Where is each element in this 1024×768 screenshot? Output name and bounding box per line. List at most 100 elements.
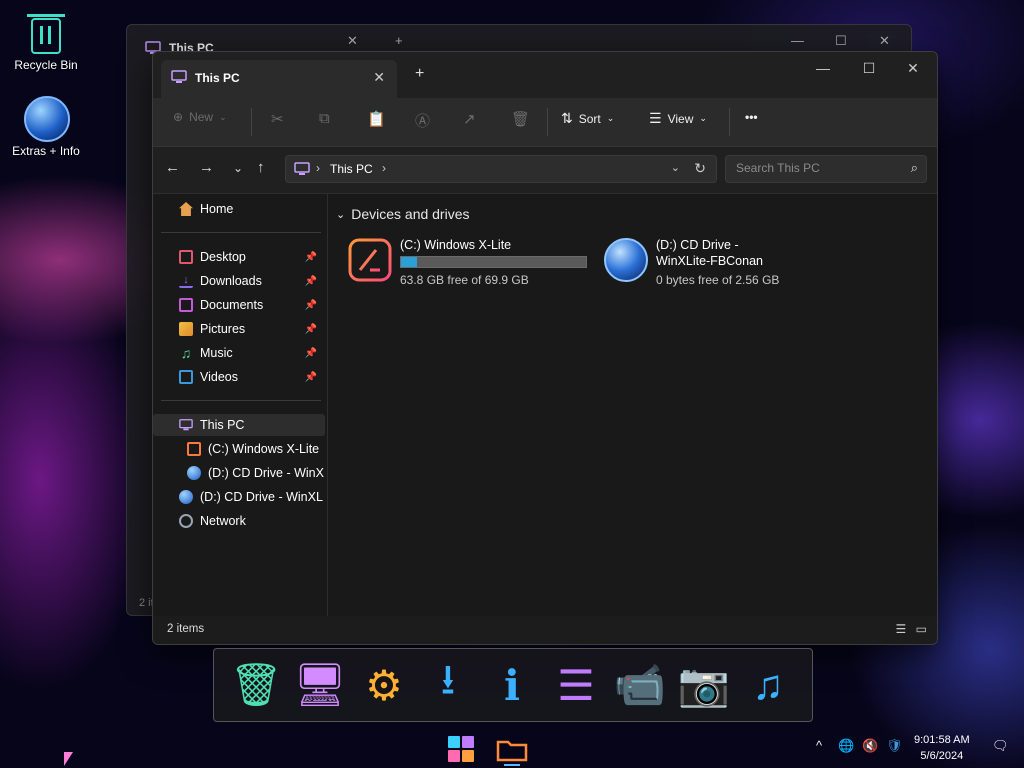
drive-usage-fill [401,257,418,267]
desktop-icon-recycle-bin[interactable]: Recycle Bin [0,10,94,72]
tiles-view-icon[interactable]: ▭ [916,622,927,636]
sidebar-item-drive-c[interactable]: (C:) Windows X-Lite [153,438,325,460]
recycle-bin-icon [27,14,65,54]
minimize-icon[interactable]: — [791,33,804,48]
start-tile-icon [462,750,474,762]
pictures-icon [179,322,193,336]
pin-icon[interactable]: 📌 [305,324,317,335]
extras-orb-icon [24,96,70,142]
breadcrumb-this-pc[interactable]: This PC [330,162,373,176]
copy-icon[interactable]: ⧉ [319,110,330,127]
documents-icon [179,298,193,312]
more-options-button[interactable]: ••• [745,110,758,124]
new-tab-button[interactable]: + [415,65,424,83]
delete-icon[interactable]: 🗑 [511,110,530,128]
item-count: 2 items [167,623,205,635]
group-header-devices[interactable]: ⌄ Devices and drives [336,206,470,222]
navigation-pane: Home Desktop 📌 ↓ Downloads 📌 Documents 📌… [153,194,328,616]
new-tab-icon[interactable]: + [395,33,403,48]
sidebar-item-home[interactable]: Home [153,198,325,220]
recent-locations-icon[interactable]: ⌄ [233,161,243,175]
music-icon[interactable]: ♫ [738,655,798,715]
pin-icon[interactable]: 📌 [305,300,317,311]
start-tile-icon [462,736,474,748]
sidebar-item-this-pc[interactable]: This PC [153,414,325,436]
close-button[interactable]: ✕ [893,60,933,77]
group-title: Devices and drives [351,206,470,222]
sidebar-item-label: Network [200,514,246,528]
pin-icon[interactable]: 📌 [305,252,317,263]
video-camera-icon[interactable]: 📹 [610,655,670,715]
chevron-down-icon: ⌄ [336,208,346,221]
desktop-icon-extras[interactable]: Extras + Info [0,96,94,158]
sidebar-item-drive-d-nested[interactable]: (D:) CD Drive - WinX [153,462,325,484]
tab-this-pc[interactable]: This PC ✕ [161,60,397,98]
address-row: ← → ⌄ ↑ › This PC › ⌄ ↻ ⌕ [153,147,937,194]
sidebar-item-music[interactable]: ♫ Music 📌 [153,342,325,364]
forward-arrow-icon[interactable]: → [199,159,214,176]
tab-title: This PC [195,71,240,85]
chevron-down-icon: ⌄ [699,113,707,123]
minimize-button[interactable]: — [803,60,843,76]
pin-icon[interactable]: 📌 [305,348,317,359]
view-button[interactable]: ☰ View ⌄ [649,110,707,127]
show-hidden-icons-chevron[interactable]: ^ [816,738,822,753]
sidebar-item-label: This PC [200,418,245,432]
security-shield-icon[interactable]: 🛡 [886,738,903,754]
file-explorer-taskbar-icon[interactable] [494,732,530,766]
new-button[interactable]: ⊕ New ⌄ [173,110,227,124]
pin-icon[interactable]: 📌 [305,372,317,383]
view-label: View [667,111,694,126]
music-icon: ♫ [180,345,192,361]
maximize-button[interactable]: ☐ [849,60,889,77]
sidebar-item-pictures[interactable]: Pictures 📌 [153,318,325,340]
address-bar[interactable]: › This PC › ⌄ ↻ [285,155,717,183]
clock-date: 5/6/2024 [920,750,964,762]
gear-icon[interactable]: ⚙ [354,655,414,715]
rename-icon[interactable]: Ⓐ [415,110,430,131]
drive-tile-c[interactable]: (C:) Windows X-Lite 63.8 GB free of 69.9… [348,238,598,294]
breadcrumb-separator-icon[interactable]: › [382,161,386,175]
start-button[interactable] [448,736,474,762]
clock[interactable]: 9:01:58 AM 5/6/2024 [914,732,970,764]
sort-button[interactable]: ⇅ Sort ⌄ [561,110,614,127]
close-tab-icon[interactable]: ✕ [373,69,385,86]
sidebar-item-network[interactable]: Network [153,510,325,532]
up-arrow-icon[interactable]: ↑ [257,159,265,176]
camera-icon[interactable]: 📷 [674,655,734,715]
notifications-icon[interactable]: 🗨 [992,738,1009,754]
chevron-down-icon: ⌄ [219,111,227,122]
volume-muted-icon[interactable]: 🔇 [862,738,878,754]
back-arrow-icon[interactable]: ← [165,159,180,176]
this-pc-icon [294,162,310,175]
search-input[interactable] [734,160,898,176]
share-icon[interactable]: ↗ [463,110,476,128]
sidebar-item-videos[interactable]: Videos 📌 [153,366,325,388]
info-icon[interactable]: ℹ [482,655,542,715]
windows-x-lite-drive-icon [348,238,392,282]
sidebar-item-downloads[interactable]: ↓ Downloads 📌 [153,270,325,292]
monitor-icon[interactable]: 🖥 [290,655,350,715]
cut-icon[interactable]: ✂ [271,110,284,128]
list-icon[interactable]: ☰ [546,655,606,715]
drive-tile-d[interactable]: (D:) CD Drive - WinXLite-FBConan 0 bytes… [604,238,834,294]
refresh-icon[interactable]: ↻ [694,160,706,177]
breadcrumb-separator-icon: › [316,161,320,175]
search-icon[interactable]: ⌕ [911,160,918,176]
close-icon[interactable]: ✕ [879,33,890,49]
paste-icon[interactable]: 📋 [367,110,386,128]
pin-icon[interactable]: 📌 [305,276,317,287]
details-view-icon[interactable]: ☰ [896,622,907,636]
maximize-icon[interactable]: ☐ [835,33,847,49]
explorer-window[interactable]: This PC ✕ + — ☐ ✕ ⊕ New ⌄ ✂ ⧉ 📋 Ⓐ ↗ 🗑 ⇅ … [152,51,938,645]
divider [161,400,321,401]
sidebar-item-drive-d[interactable]: (D:) CD Drive - WinXL [153,486,325,508]
search-box[interactable]: ⌕ [725,155,927,183]
chevron-down-icon[interactable]: ⌄ [671,161,680,174]
network-globe-icon[interactable]: 🌐 [838,738,854,754]
recycle-bin-icon[interactable]: 🗑 [226,655,286,715]
download-icon[interactable]: ⭳ [418,655,478,715]
sidebar-item-desktop[interactable]: Desktop 📌 [153,246,325,268]
close-icon[interactable]: ✕ [347,33,358,49]
sidebar-item-documents[interactable]: Documents 📌 [153,294,325,316]
